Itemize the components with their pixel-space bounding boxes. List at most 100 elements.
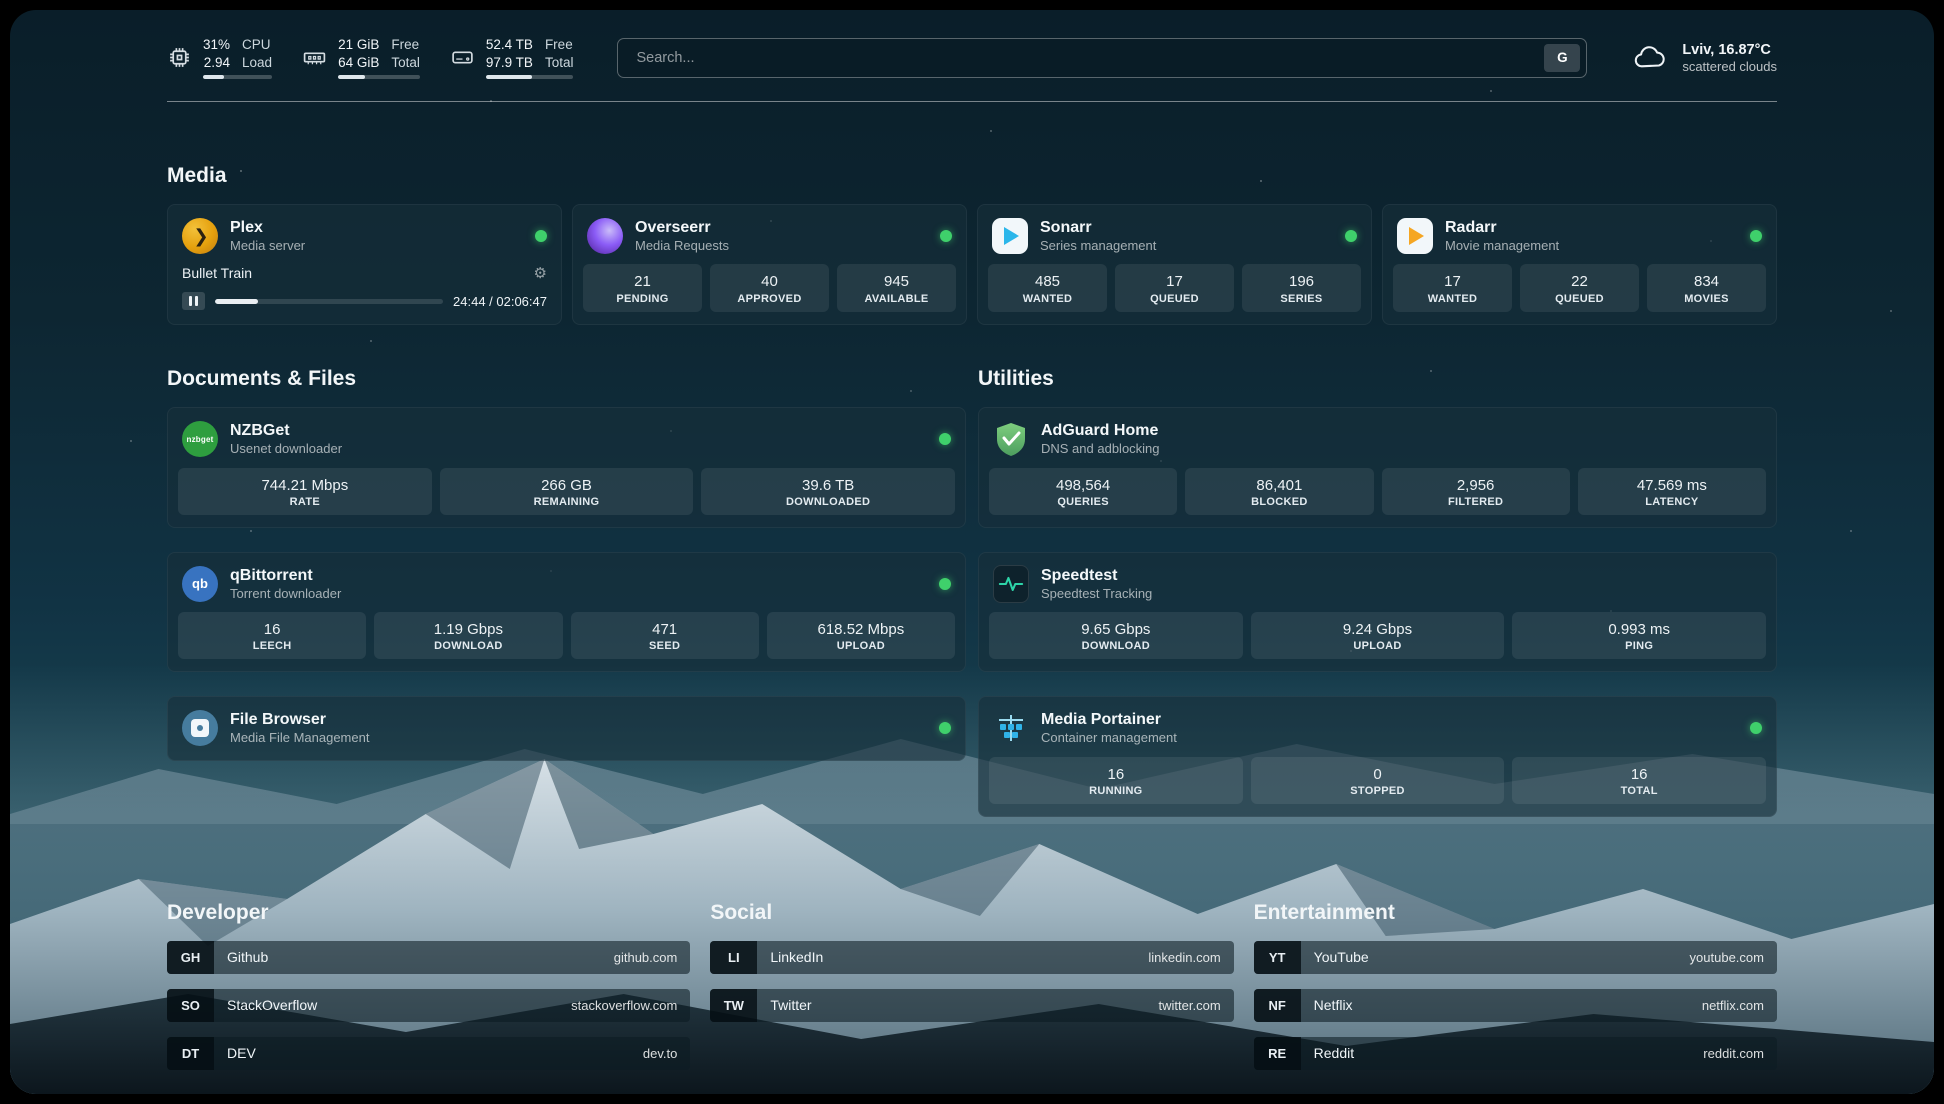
sonarr-card[interactable]: Sonarr Series management 485WANTED 17QUE… [977,204,1372,325]
radarr-icon [1397,218,1433,254]
overseerr-icon [587,218,623,254]
cpu-widget: 31% CPU 2.94 Load [167,36,272,79]
service-subtitle: Media Requests [635,238,729,254]
weather-condition: scattered clouds [1682,59,1777,74]
disk-free-value: 52.4 TB [486,36,533,54]
stat-box: 22QUEUED [1520,264,1639,311]
bookmark-url: stackoverflow.com [571,998,690,1013]
service-subtitle: Usenet downloader [230,441,342,457]
bookmark-netflix[interactable]: NF Netflix netflix.com [1254,989,1777,1022]
disk-total-value: 97.9 TB [486,54,533,72]
pause-icon[interactable] [182,292,205,310]
stat-box: 498,564QUERIES [989,468,1177,515]
service-name: Media Portainer [1041,710,1177,730]
stat-box: 16TOTAL [1512,757,1766,804]
memory-free-value: 21 GiB [338,36,379,54]
bookmark-name: Netflix [1301,997,1353,1013]
status-dot [1750,230,1762,242]
service-name: qBittorrent [230,566,341,586]
service-subtitle: Movie management [1445,238,1559,254]
stat-box: 618.52 MbpsUPLOAD [767,612,955,659]
bookmark-dev[interactable]: DT DEV dev.to [167,1037,690,1070]
stat-box: 0STOPPED [1251,757,1505,804]
bookmark-abbr: YT [1254,941,1301,974]
gear-icon[interactable]: ⚙ [534,264,547,282]
bookmark-stackoverflow[interactable]: SO StackOverflow stackoverflow.com [167,989,690,1022]
stat-box: 2,956FILTERED [1382,468,1570,515]
qbittorrent-card[interactable]: qb qBittorrent Torrent downloader 16LEEC… [167,552,966,673]
status-dot [535,230,547,242]
radarr-card[interactable]: Radarr Movie management 17WANTED 22QUEUE… [1382,204,1777,325]
service-name: NZBGet [230,421,342,441]
disk-free-label: Free [545,36,574,54]
top-bar: 31% CPU 2.94 Load [167,10,1777,102]
stat-box: 471SEED [571,612,759,659]
bookmark-youtube[interactable]: YT YouTube youtube.com [1254,941,1777,974]
service-name: Speedtest [1041,566,1152,586]
stat-box: 9.65 GbpsDOWNLOAD [989,612,1243,659]
bookmark-name: Twitter [757,997,811,1013]
status-dot [940,230,952,242]
bookmark-abbr: GH [167,941,214,974]
search-input[interactable] [634,49,1544,67]
search-bar: G [617,38,1587,78]
bookmark-name: StackOverflow [214,997,317,1013]
search-provider-button[interactable]: G [1544,44,1580,72]
portainer-icon [993,710,1029,746]
cpu-load-label: Load [242,54,272,72]
plex-card[interactable]: ❯ Plex Media server Bullet Train ⚙ [167,204,562,325]
adguard-card[interactable]: AdGuard Home DNS and adblocking 498,564Q… [978,407,1777,528]
service-subtitle: Media server [230,238,305,254]
service-name: Sonarr [1040,218,1156,238]
bookmark-twitter[interactable]: TW Twitter twitter.com [710,989,1233,1022]
cloud-icon [1631,43,1669,73]
stat-box: 40APPROVED [710,264,829,311]
disk-widget: 52.4 TB Free 97.9 TB Total [450,36,574,79]
stat-box: 196SERIES [1242,264,1361,311]
bookmark-reddit[interactable]: RE Reddit reddit.com [1254,1037,1777,1070]
filebrowser-icon [182,710,218,746]
status-dot [939,722,951,734]
section-title-social: Social [710,901,1233,925]
playback-time: 24:44 / 02:06:47 [453,294,547,309]
disk-icon [450,45,475,70]
filebrowser-card[interactable]: File Browser Media File Management [167,696,966,760]
cpu-progress-bar [203,75,272,79]
weather-location: Lviv, 16.87°C [1682,42,1777,58]
stat-box: 485WANTED [988,264,1107,311]
plex-icon: ❯ [182,218,218,254]
bookmark-abbr: RE [1254,1037,1301,1070]
nzbget-icon: nzbget [182,421,218,457]
service-subtitle: Torrent downloader [230,586,341,602]
bookmark-url: linkedin.com [1148,950,1233,965]
overseerr-card[interactable]: Overseerr Media Requests 21PENDING 40APP… [572,204,967,325]
status-dot [1345,230,1357,242]
bookmark-github[interactable]: GH Github github.com [167,941,690,974]
now-playing-title: Bullet Train [182,265,252,281]
section-title-media: Media [167,164,1777,188]
stat-box: 16RUNNING [989,757,1243,804]
stat-box: 266 GBREMAINING [440,468,694,515]
bookmark-name: DEV [214,1045,256,1061]
sonarr-icon [992,218,1028,254]
nzbget-card[interactable]: nzbget NZBGet Usenet downloader 744.21 M… [167,407,966,528]
resource-widgets: 31% CPU 2.94 Load [167,36,573,79]
cpu-load-value: 2.94 [203,54,230,72]
portainer-card[interactable]: Media Portainer Container management 16R… [978,696,1777,817]
playback-progress-bar [215,299,443,304]
dashboard-screen: 31% CPU 2.94 Load [10,10,1934,1094]
bookmark-url: reddit.com [1703,1046,1777,1061]
cpu-usage-value: 31% [203,36,230,54]
stat-box: 21PENDING [583,264,702,311]
bookmark-linkedin[interactable]: LI LinkedIn linkedin.com [710,941,1233,974]
bookmark-name: LinkedIn [757,949,823,965]
bookmark-abbr: NF [1254,989,1301,1022]
service-subtitle: DNS and adblocking [1041,441,1160,457]
section-title-developer: Developer [167,901,690,925]
speedtest-card[interactable]: Speedtest Speedtest Tracking 9.65 GbpsDO… [978,552,1777,673]
service-subtitle: Speedtest Tracking [1041,586,1152,602]
speedtest-icon [993,566,1029,602]
bookmark-url: twitter.com [1159,998,1234,1013]
bookmark-name: YouTube [1301,949,1369,965]
bookmark-url: netflix.com [1702,998,1777,1013]
